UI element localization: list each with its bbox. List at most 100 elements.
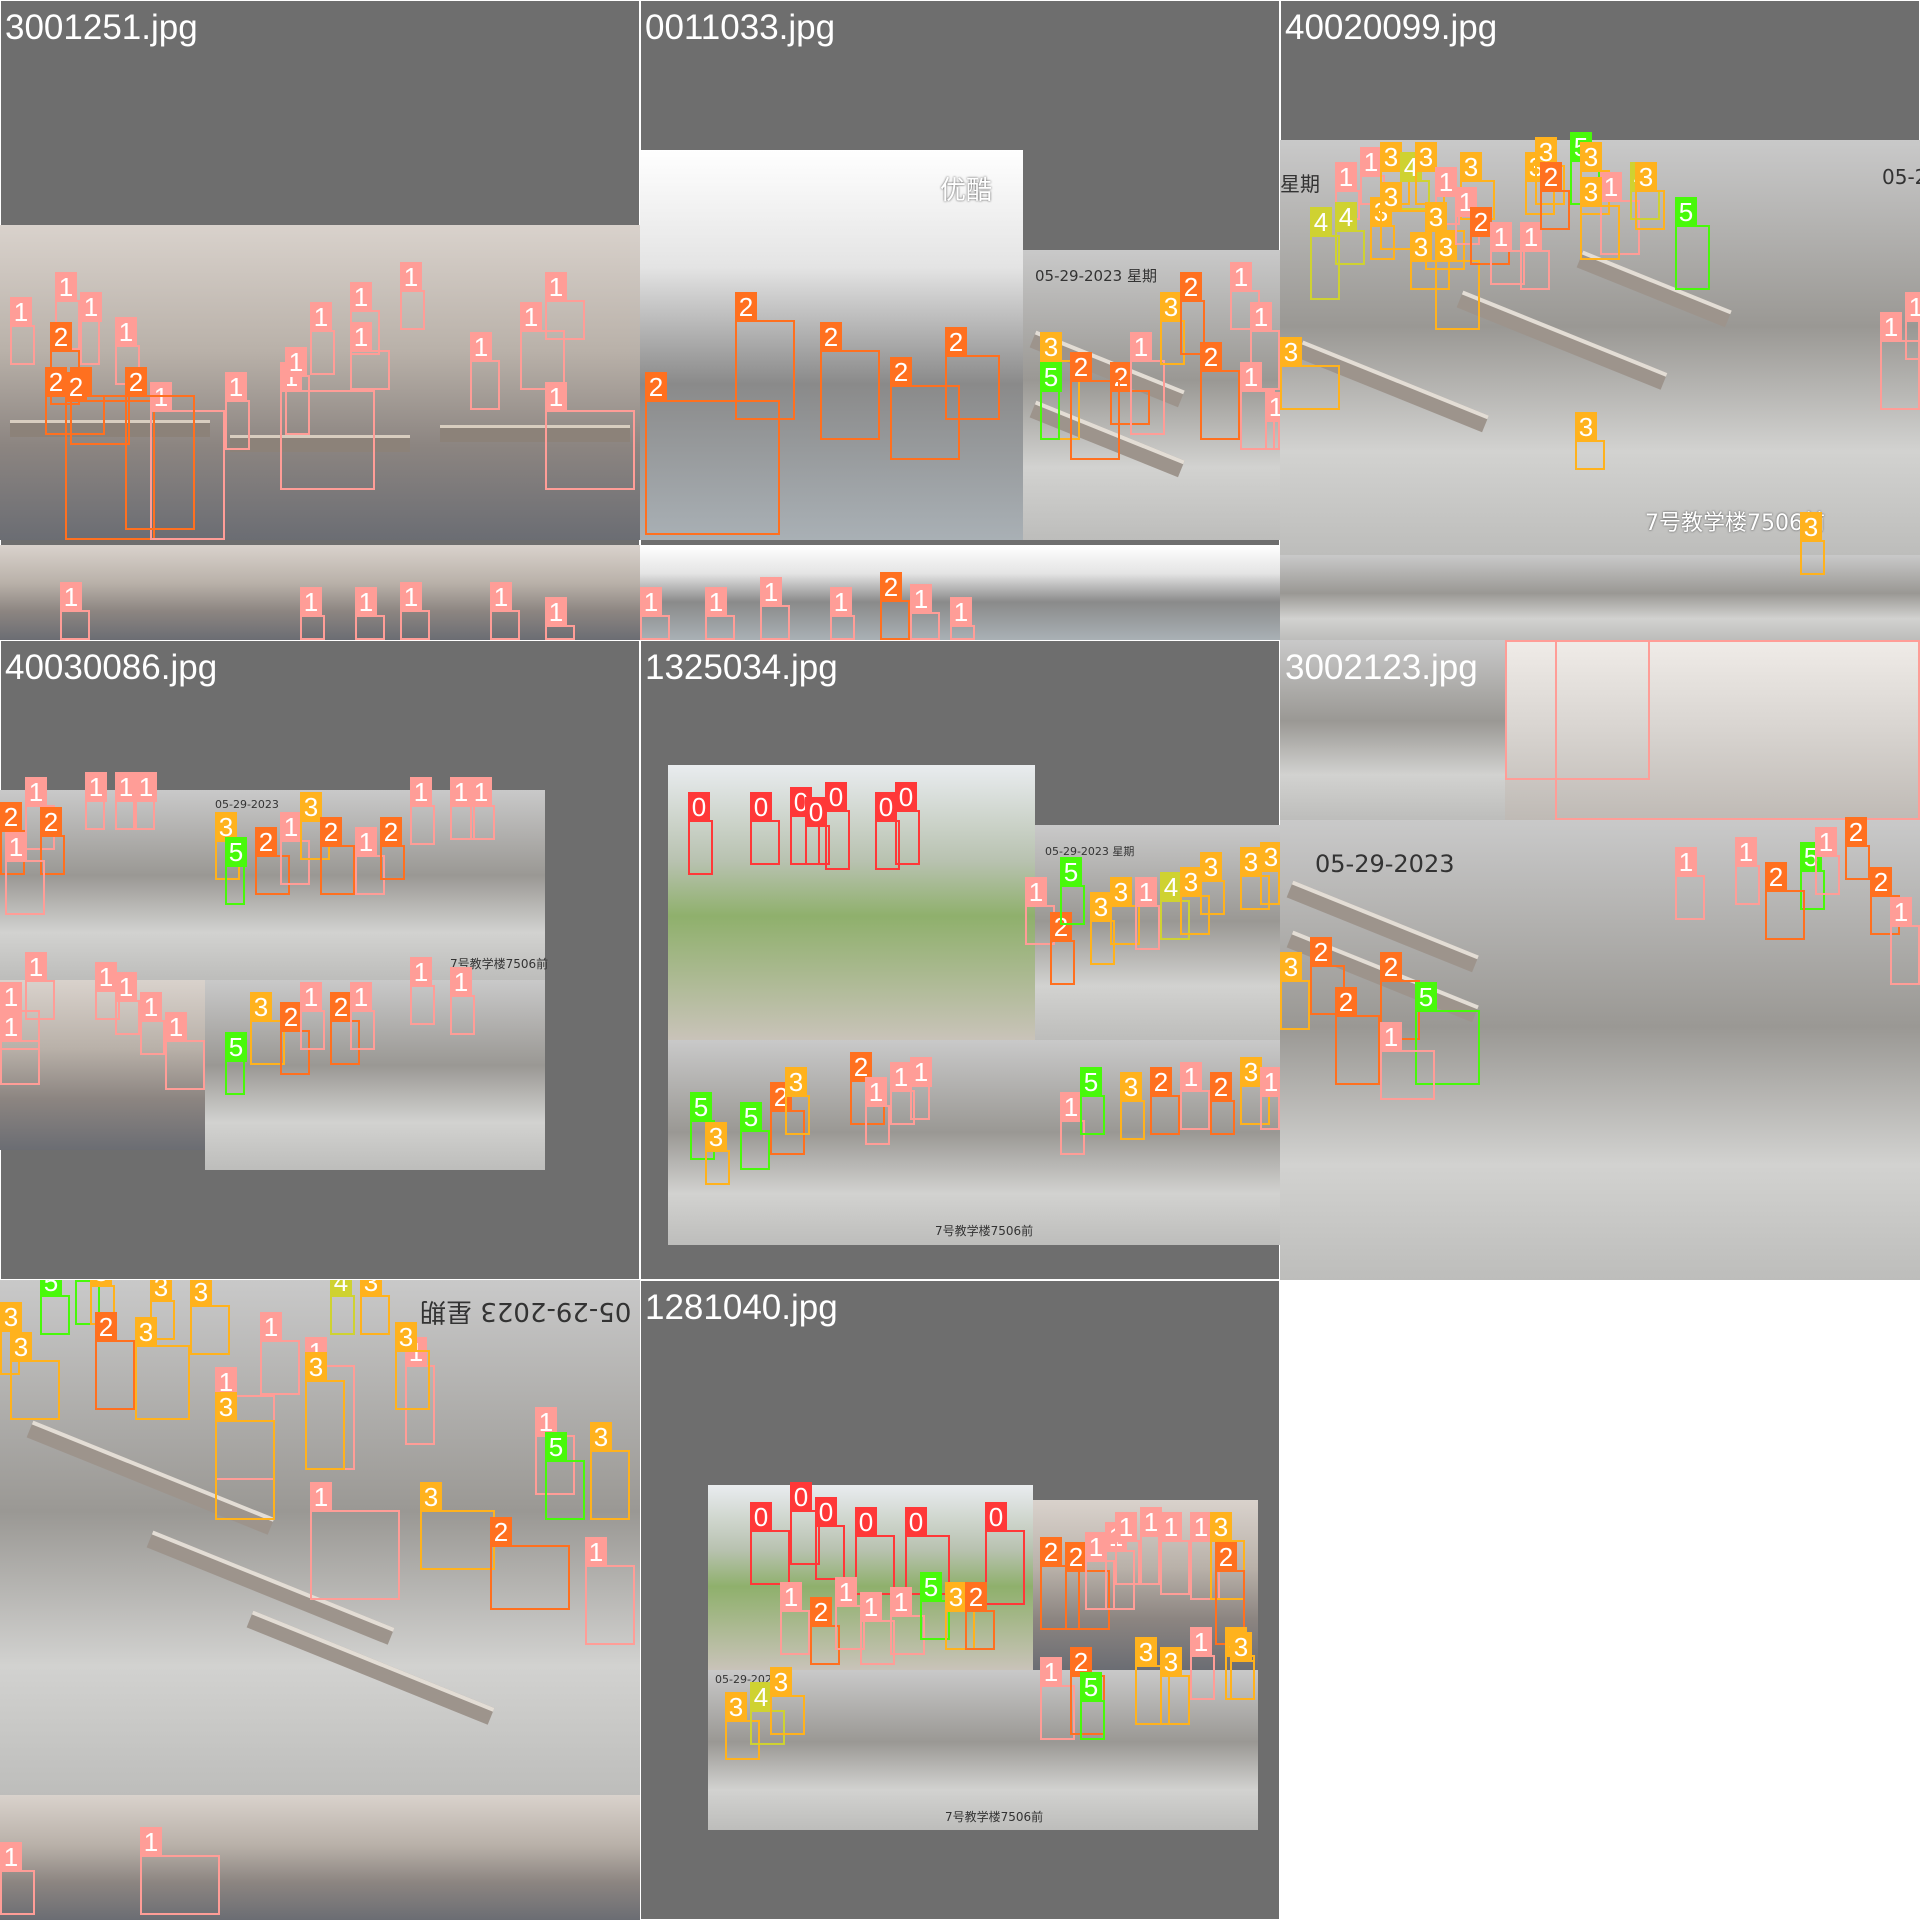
- detection-class-label: 3: [785, 1067, 807, 1097]
- tile-filename: 40020099.jpg: [1285, 8, 1498, 47]
- detection-class-label: 2: [890, 357, 912, 387]
- detection-class-label: 1: [1335, 162, 1357, 192]
- detection-box: 1: [140, 1827, 220, 1915]
- detection-class-label: 5: [545, 1432, 567, 1462]
- detection-class-label: 1: [1520, 222, 1542, 252]
- detection-class-label: 2: [1040, 1537, 1062, 1567]
- detection-class-label: 1: [140, 1827, 162, 1857]
- tile-0011033: 优酷 05-29-2023 星期 0011033.jpg 22222321523…: [640, 0, 1280, 640]
- detection-class-label: 0: [750, 1502, 772, 1532]
- detection-box: 3: [360, 1280, 390, 1335]
- detection-class-label: 2: [1210, 1072, 1232, 1102]
- detection-box: 3: [785, 1067, 810, 1135]
- detection-box: 3: [305, 1352, 345, 1470]
- detection-box: 3: [1580, 177, 1620, 260]
- detection-box: 1: [520, 302, 565, 390]
- detection-class-label: 2: [1180, 272, 1202, 302]
- detection-box: 1: [80, 292, 102, 365]
- detection-box: 5: [1080, 1672, 1105, 1740]
- detection-box: 5: [225, 1032, 247, 1095]
- detection-class-label: 1: [490, 582, 512, 612]
- detection-class-label: 3: [1040, 332, 1062, 362]
- detection-class-label: 2: [1845, 817, 1867, 847]
- detection-class-label: 2: [1380, 952, 1402, 982]
- detection-class-label: 1: [355, 587, 377, 617]
- detection-class-label: 1: [400, 582, 422, 612]
- detection-box: 1: [350, 322, 390, 390]
- detection-box: 3: [10, 1332, 60, 1420]
- detection-box: 1: [1735, 837, 1760, 905]
- detection-box: 5: [545, 1432, 585, 1520]
- detection-class-label: 1: [1735, 837, 1757, 867]
- detection-class-label: 1: [135, 772, 157, 802]
- detection-class-label: 3: [150, 1280, 172, 1302]
- detection-class-label: 1: [890, 1062, 912, 1092]
- detection-class-label: 1: [0, 1012, 22, 1042]
- detection-class-label: 1: [300, 982, 322, 1012]
- detection-class-label: 2: [1765, 862, 1787, 892]
- detection-class-label: 1: [860, 1592, 882, 1622]
- detection-class-label: 3: [215, 1392, 237, 1422]
- detection-class-label: 1: [910, 584, 932, 614]
- detection-class-label: 1: [1115, 1512, 1137, 1542]
- detection-class-label: 2: [320, 817, 342, 847]
- detection-class-label: 2: [1310, 937, 1332, 967]
- tile-3002123: 05-29-2023 3002123.jpg 1111512221322521: [1280, 640, 1920, 1280]
- detection-class-label: 3: [1580, 142, 1602, 172]
- detection-box: 3: [215, 1392, 275, 1520]
- tile-image-strip: [0, 1795, 640, 1920]
- detection-class-label: 1: [1160, 1512, 1182, 1542]
- detection-class-label: 2: [490, 1517, 512, 1547]
- detection-class-label: 3: [1280, 952, 1302, 982]
- detection-class-label: 2: [125, 367, 147, 397]
- detection-class-label: 1: [1265, 392, 1280, 422]
- detection-class-label: 2: [880, 572, 902, 602]
- detection-class-label: 1: [1040, 1657, 1062, 1687]
- detection-box: 0: [750, 792, 780, 865]
- detection-box: 5: [1040, 362, 1062, 440]
- detection-class-label: 3: [1110, 877, 1132, 907]
- detection-class-label: 2: [1150, 1067, 1172, 1097]
- detection-box: 3: [1410, 232, 1450, 290]
- detection-class-label: 2: [1200, 342, 1222, 372]
- detection-class-label: 1: [1190, 1627, 1212, 1657]
- detection-box: 3: [770, 1667, 805, 1735]
- tile-unlabeled: 05-29-2023 星期 35533332311431313131533211…: [0, 1280, 640, 1920]
- detection-class-label: 2: [1335, 987, 1357, 1017]
- detection-class-label: 3: [1410, 232, 1432, 262]
- detection-class-label: 2: [1070, 352, 1092, 382]
- detection-class-label: 2: [1470, 207, 1492, 237]
- detection-class-label: 2: [735, 292, 757, 322]
- detection-box: 1: [135, 772, 157, 830]
- detection-class-label: 1: [1380, 1022, 1402, 1052]
- timestamp: 05-29-2023 星期: [1035, 267, 1157, 285]
- detection-class-label: 3: [10, 1332, 32, 1362]
- tile-image: [1505, 820, 1920, 1280]
- detection-class-label: 3: [1160, 292, 1182, 322]
- detection-class-label: 1: [705, 587, 727, 617]
- detection-class-label: 2: [50, 322, 72, 352]
- detection-class-label: 1: [60, 582, 82, 612]
- detection-class-label: 1: [5, 832, 27, 862]
- detection-box: 1: [1135, 877, 1160, 950]
- detection-class-label: 1: [640, 587, 662, 617]
- detection-class-label: 1: [1060, 1092, 1082, 1122]
- detection-box: 3: [420, 1482, 495, 1570]
- detection-class-label: 0: [875, 792, 897, 822]
- detection-class-label: 1: [1815, 827, 1837, 857]
- detection-class-label: 1: [165, 1012, 187, 1042]
- detection-box: 2: [1150, 1067, 1180, 1135]
- detection-box: 1: [1520, 222, 1550, 290]
- tile-40030086: 7号教学楼7506前 05-29-2023 40030086.jpg 21211…: [0, 640, 640, 1280]
- detection-class-label: 1: [450, 967, 472, 997]
- detection-class-label: 3: [1230, 1632, 1252, 1662]
- detection-class-label: 5: [40, 1280, 62, 1297]
- detection-class-label: 1: [450, 777, 472, 807]
- detection-class-label: 0: [790, 1482, 812, 1512]
- detection-class-label: 2: [380, 817, 402, 847]
- detection-class-label: 1: [350, 282, 372, 312]
- detection-box: 1: [950, 597, 975, 640]
- detection-class-label: 5: [225, 1032, 247, 1062]
- detection-box: 1: [410, 957, 435, 1025]
- detection-class-label: 1: [25, 952, 47, 982]
